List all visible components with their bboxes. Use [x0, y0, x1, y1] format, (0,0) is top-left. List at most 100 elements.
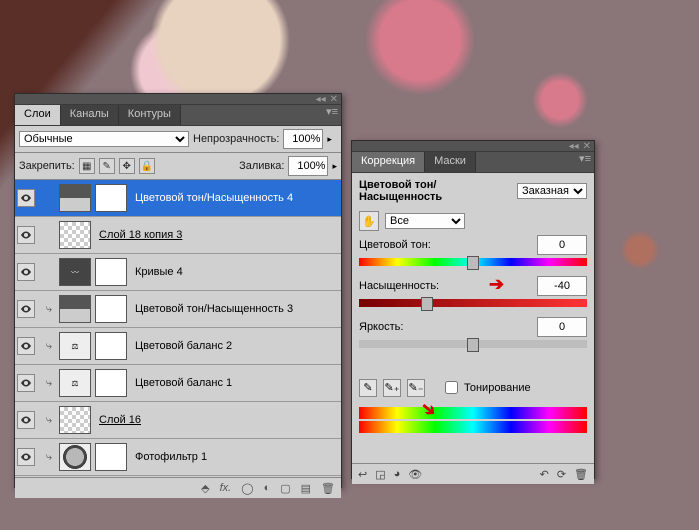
- clip-icon[interactable]: ◕: [394, 468, 401, 481]
- visibility-eye-icon[interactable]: [17, 374, 35, 392]
- layer-name[interactable]: Фотофильтр 1: [131, 451, 339, 463]
- fill-label: Заливка:: [239, 160, 284, 172]
- layers-panel-tabs: Слои Каналы Контуры ▾≡: [15, 105, 341, 126]
- layer-thumbnail[interactable]: [59, 221, 91, 249]
- layer-row[interactable]: ⤷Цветовой тон/Насыщенность 3: [15, 291, 341, 328]
- saturation-input[interactable]: [537, 276, 587, 296]
- layer-thumbnail[interactable]: [59, 406, 91, 434]
- lightness-label: Яркость:: [359, 321, 403, 333]
- layer-row[interactable]: ⤷⚖Цветовой баланс 2: [15, 328, 341, 365]
- layer-mask-thumbnail[interactable]: [95, 369, 127, 397]
- panel-menu-icon[interactable]: ▾≡: [575, 152, 594, 172]
- layer-thumbnail[interactable]: [59, 295, 91, 323]
- visibility-eye-icon[interactable]: [17, 189, 35, 207]
- tab-layers[interactable]: Слои: [15, 105, 61, 125]
- layer-name[interactable]: Цветовой баланс 2: [131, 340, 339, 352]
- layer-thumbnail[interactable]: ⚖: [59, 369, 91, 397]
- visibility-eye-icon[interactable]: [17, 411, 35, 429]
- prev-state-icon[interactable]: ↶: [540, 468, 549, 481]
- layer-mask-thumbnail[interactable]: [95, 443, 127, 471]
- visibility-eye-icon[interactable]: [17, 448, 35, 466]
- visibility-eye-icon[interactable]: [17, 300, 35, 318]
- blend-mode-select[interactable]: Обычные: [19, 131, 189, 147]
- eyedropper-minus-icon[interactable]: ✎₋: [407, 379, 425, 397]
- collapse-icon[interactable]: ◂◂: [316, 95, 326, 104]
- panel-menu-icon[interactable]: ▾≡: [322, 105, 341, 125]
- link-layers-icon[interactable]: ⬘: [201, 482, 209, 495]
- targeted-adjust-icon[interactable]: ✋: [359, 211, 379, 231]
- lightness-knob[interactable]: [467, 338, 479, 352]
- layer-thumbnail[interactable]: ⚖: [59, 332, 91, 360]
- preset-select[interactable]: Заказная: [517, 183, 587, 199]
- eyedropper-plus-icon[interactable]: ✎₊: [383, 379, 401, 397]
- eyedropper-icon[interactable]: ✎: [359, 379, 377, 397]
- trash-icon[interactable]: 🗑: [574, 468, 588, 481]
- layer-name[interactable]: Слой 16: [95, 414, 339, 426]
- layer-name[interactable]: Цветовой тон/Насыщенность 4: [131, 192, 339, 204]
- tab-masks[interactable]: Маски: [425, 152, 476, 172]
- layer-name[interactable]: Цветовой тон/Насыщенность 3: [131, 303, 339, 315]
- lock-all-icon[interactable]: 🔒: [139, 158, 155, 174]
- new-layer-icon[interactable]: ▤: [301, 482, 311, 495]
- saturation-knob[interactable]: [421, 297, 433, 311]
- lock-move-icon[interactable]: ✥: [119, 158, 135, 174]
- layer-thumbnail[interactable]: [59, 184, 91, 212]
- collapse-icon[interactable]: ◂◂: [569, 142, 579, 151]
- visibility-eye-icon[interactable]: [17, 263, 35, 281]
- colorize-checkbox[interactable]: Тонирование: [441, 378, 531, 397]
- saturation-label: Насыщенность:: [359, 280, 439, 292]
- layer-mask-thumbnail[interactable]: [95, 332, 127, 360]
- layer-name[interactable]: Кривые 4: [131, 266, 339, 278]
- opacity-input[interactable]: [283, 129, 323, 149]
- new-adjustment-icon[interactable]: ◐: [264, 482, 271, 494]
- saturation-slider[interactable]: [359, 299, 587, 307]
- add-mask-icon[interactable]: ◯: [241, 482, 253, 495]
- tab-channels[interactable]: Каналы: [61, 105, 119, 125]
- layer-row[interactable]: Цветовой тон/Насыщенность 4: [15, 180, 341, 217]
- adjustments-panel: ◂◂ ✕ Коррекция Маски ▾≡ Цветовой тон/Нас…: [351, 140, 595, 479]
- visibility-eye-icon[interactable]: [17, 337, 35, 355]
- visibility-eye-icon[interactable]: [17, 226, 35, 244]
- layer-row[interactable]: ⤷⚖Цветовой баланс 1: [15, 365, 341, 402]
- layer-row[interactable]: ⤷Фотофильтр 1: [15, 439, 341, 476]
- tab-paths[interactable]: Контуры: [119, 105, 181, 125]
- hue-input[interactable]: [537, 235, 587, 255]
- layer-thumbnail[interactable]: [59, 443, 91, 471]
- layer-row[interactable]: ⤷Слой 16: [15, 402, 341, 439]
- close-icon[interactable]: ✕: [583, 142, 591, 151]
- tab-correction[interactable]: Коррекция: [352, 152, 425, 172]
- fill-flyout-icon[interactable]: ▸: [332, 161, 337, 172]
- layers-list[interactable]: Цветовой тон/Насыщенность 4 Слой 18 копия…: [15, 180, 341, 477]
- layer-mask-thumbnail[interactable]: [95, 258, 127, 286]
- lightness-slider[interactable]: [359, 340, 587, 348]
- saturation-row: Насыщенность: ➔: [359, 276, 587, 307]
- view-icon[interactable]: 👁: [408, 468, 422, 481]
- colorize-label: Тонирование: [464, 382, 531, 394]
- return-icon[interactable]: ↩: [358, 468, 367, 481]
- layer-name[interactable]: Цветовой баланс 1: [131, 377, 339, 389]
- layer-mask-thumbnail[interactable]: [95, 295, 127, 323]
- layer-row[interactable]: Слой 18 копия 3: [15, 217, 341, 254]
- expand-icon[interactable]: ◲: [375, 468, 385, 481]
- new-group-icon[interactable]: ▢: [280, 482, 290, 495]
- layer-mask-thumbnail[interactable]: [95, 184, 127, 212]
- hue-slider[interactable]: [359, 258, 587, 266]
- hue-knob[interactable]: [467, 256, 479, 270]
- close-icon[interactable]: ✕: [330, 95, 338, 104]
- fx-icon[interactable]: fx.: [220, 482, 232, 494]
- lock-brush-icon[interactable]: ✎: [99, 158, 115, 174]
- edit-channel-select[interactable]: Все: [385, 213, 465, 229]
- layer-row[interactable]: 〰 Кривые 4: [15, 254, 341, 291]
- layer-name[interactable]: Слой 18 копия 3: [95, 229, 339, 241]
- colorize-input[interactable]: [445, 381, 458, 394]
- opacity-flyout-icon[interactable]: ▸: [327, 134, 332, 145]
- layers-panel-footer: ⬘ fx. ◯ ◐ ▢ ▤ 🗑: [15, 477, 341, 498]
- lightness-input[interactable]: [537, 317, 587, 337]
- eyedropper-row: ✎ ✎₊ ✎₋ Тонирование: [359, 378, 587, 397]
- trash-icon[interactable]: 🗑: [321, 482, 335, 495]
- lightness-row: Яркость:: [359, 317, 587, 348]
- layer-thumbnail[interactable]: 〰: [59, 258, 91, 286]
- fill-input[interactable]: [288, 156, 328, 176]
- lock-pixels-icon[interactable]: ▦: [79, 158, 95, 174]
- reset-icon[interactable]: ⟳: [557, 468, 566, 481]
